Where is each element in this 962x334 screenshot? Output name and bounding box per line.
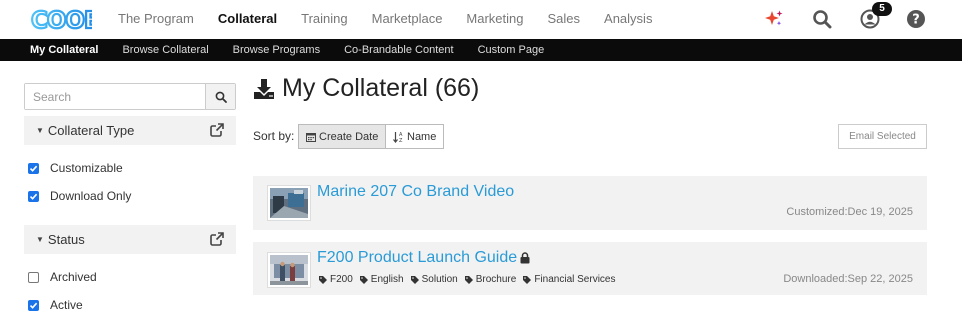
filter-label: Active xyxy=(50,298,83,312)
filter-customizable[interactable]: Customizable xyxy=(28,161,123,175)
tag-icon xyxy=(523,275,532,284)
tag-icon xyxy=(319,275,327,284)
nav-training[interactable]: Training xyxy=(301,0,347,38)
sort-option-label: Name xyxy=(407,130,437,143)
tag[interactable]: F200 xyxy=(319,274,353,285)
external-link-icon[interactable] xyxy=(210,232,224,246)
nav-sales[interactable]: Sales xyxy=(548,0,581,38)
collateral-title-row: F200 Product Launch Guide xyxy=(317,249,530,267)
filter-label: Customizable xyxy=(50,161,123,175)
subnav-co-brandable-content[interactable]: Co-Brandable Content xyxy=(344,44,453,56)
filter-active[interactable]: Active xyxy=(28,298,83,312)
calendar-icon xyxy=(306,132,316,142)
filter-label: Download Only xyxy=(50,189,132,203)
external-link-icon[interactable] xyxy=(210,123,224,137)
sort-create-date-button[interactable]: Create Date xyxy=(298,124,387,149)
sparkle-icon[interactable] xyxy=(764,9,784,29)
tag-list: F200 English Solution Brochure Financial… xyxy=(319,274,622,285)
svg-text:?: ? xyxy=(912,13,920,28)
nav-marketplace[interactable]: Marketplace xyxy=(372,0,443,38)
subnav-custom-page[interactable]: Custom Page xyxy=(478,44,545,56)
tag-label: English xyxy=(370,274,404,285)
collateral-status: Downloaded:Sep 22, 2025 xyxy=(783,273,913,285)
checkbox-checked[interactable] xyxy=(28,299,39,311)
tag[interactable]: Solution xyxy=(410,274,458,285)
search-input[interactable] xyxy=(25,84,205,109)
sort-label: Sort by: xyxy=(253,129,295,143)
download-icon xyxy=(254,78,274,99)
collateral-title-link[interactable]: F200 Product Launch Guide xyxy=(317,249,517,267)
page-title-row: My Collateral (66) xyxy=(253,74,479,103)
subnav-browse-collateral[interactable]: Browse Collateral xyxy=(122,44,208,56)
nav-collateral[interactable]: Collateral xyxy=(218,0,277,38)
checkbox-checked[interactable] xyxy=(28,162,39,174)
page-title: My Collateral (66) xyxy=(282,74,480,102)
facet-title: Collateral Type xyxy=(47,123,135,138)
nav-marketing[interactable]: Marketing xyxy=(466,0,523,38)
tag-icon xyxy=(410,275,419,284)
collateral-item[interactable]: Marine 207 Co Brand Video Customized:Dec… xyxy=(253,176,927,230)
email-selected-button[interactable]: Email Selected xyxy=(838,124,927,149)
subnav-browse-programs[interactable]: Browse Programs xyxy=(233,44,320,56)
facet-title: Status xyxy=(47,232,85,247)
sub-nav: My Collateral Browse Collateral Browse P… xyxy=(0,39,962,61)
notification-badge[interactable]: 5 xyxy=(872,2,892,16)
tag-label: Brochure xyxy=(475,274,517,285)
sidebar-search xyxy=(24,83,236,110)
tag-icon xyxy=(464,275,473,284)
tag-label: Solution xyxy=(421,274,458,285)
search-button[interactable] xyxy=(205,84,235,109)
nav-the-program[interactable]: The Program xyxy=(118,0,194,38)
sort-name-button[interactable]: A Z Name xyxy=(385,124,445,149)
tag-label: F200 xyxy=(330,274,353,285)
tag[interactable]: Brochure xyxy=(464,274,517,285)
collateral-item[interactable]: F200 Product Launch Guide F200 English S… xyxy=(253,242,927,295)
tag[interactable]: Financial Services xyxy=(523,274,615,285)
search-icon xyxy=(215,91,227,103)
filter-download-only[interactable]: Download Only xyxy=(28,189,131,203)
sort-option-label: Create Date xyxy=(319,130,379,143)
checkbox-unchecked[interactable] xyxy=(28,271,39,283)
collateral-title-link[interactable]: Marine 207 Co Brand Video xyxy=(317,183,514,201)
nav-analysis[interactable]: Analysis xyxy=(604,0,652,38)
caret-down-icon: ▼ xyxy=(36,235,44,244)
collateral-thumbnail[interactable] xyxy=(267,252,311,288)
lock-icon xyxy=(520,252,530,264)
search-icon[interactable] xyxy=(812,9,832,29)
filter-label: Archived xyxy=(50,270,97,284)
sort-alpha-icon: A Z xyxy=(393,131,403,143)
main-nav: The Program Collateral Training Marketpl… xyxy=(118,0,676,38)
subnav-my-collateral[interactable]: My Collateral xyxy=(30,44,98,56)
filter-archived[interactable]: Archived xyxy=(28,270,97,284)
facet-collateral-type[interactable]: ▼ Collateral Type xyxy=(24,116,236,145)
help-icon[interactable]: ? xyxy=(906,9,926,29)
facet-status[interactable]: ▼ Status xyxy=(24,225,236,254)
svg-text:Z: Z xyxy=(399,138,403,143)
collateral-thumbnail[interactable] xyxy=(267,185,311,221)
caret-down-icon: ▼ xyxy=(36,126,44,135)
top-header: COOE The Program Collateral Training Mar… xyxy=(0,0,962,38)
tag-icon xyxy=(359,275,368,284)
tag[interactable]: English xyxy=(359,274,404,285)
checkbox-checked[interactable] xyxy=(28,190,39,202)
collateral-status: Customized:Dec 19, 2025 xyxy=(786,206,913,218)
brand-logo[interactable]: COOE xyxy=(30,5,92,33)
tag-label: Financial Services xyxy=(534,274,616,285)
svg-text:COOE: COOE xyxy=(31,8,92,33)
